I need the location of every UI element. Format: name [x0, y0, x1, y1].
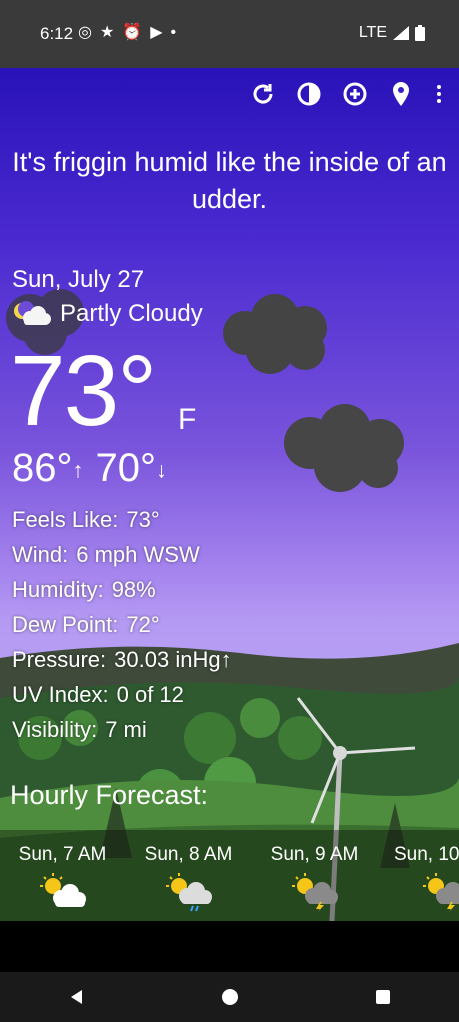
detail-row-humidity: Humidity: 98%	[12, 577, 156, 602]
theme-icon[interactable]	[295, 80, 323, 108]
recents-icon[interactable]	[373, 987, 393, 1007]
moon-cloud-icon	[14, 301, 51, 325]
status-icons: ◎ ★ ⏰ ▶ •	[78, 24, 176, 42]
current-date: Sun, July 27	[12, 266, 145, 293]
down-arrow-icon: ↓	[156, 457, 167, 483]
status-time: 6:12	[40, 24, 74, 43]
weather-details: Feels Like: 73° Wind: 6 mph WSW Humidity: 9…	[12, 502, 232, 747]
bottom-spacer	[0, 921, 459, 972]
hourly-item[interactable]: Sun, 10	[378, 844, 459, 918]
up-arrow-icon: ↑	[72, 457, 84, 483]
hourly-time: Sun, 9 AM	[270, 844, 359, 865]
high-temp: 86°↑	[12, 446, 84, 490]
sun-cloud-thunder-icon	[291, 873, 338, 912]
location-pin-icon[interactable]	[387, 80, 415, 108]
battery-icon	[415, 25, 425, 41]
condition-label: Partly Cloudy	[60, 300, 203, 327]
alarm-icon: ⏰	[122, 24, 143, 41]
sun-cloud-rain-icon	[165, 873, 212, 912]
hourly-item[interactable]: Sun, 7 AM	[0, 844, 125, 916]
weather-tagline: It's friggin humid like the inside of an…	[12, 147, 447, 214]
back-icon[interactable]	[67, 987, 87, 1007]
hourly-time: Sun, 10	[394, 844, 459, 865]
current-temperature: 73°	[10, 335, 157, 447]
cloud-decoration	[284, 404, 404, 492]
low-temp: 70°↓	[95, 446, 168, 490]
detail-row-feels-like: Feels Like: 73°	[12, 507, 160, 532]
weather-app: It's friggin humid like the inside of an…	[0, 68, 459, 921]
hourly-forecast-list[interactable]: Sun, 7 AM Sun, 8 AM Sun, 9 AM Sun, 10	[0, 830, 459, 921]
refresh-icon[interactable]	[249, 80, 277, 108]
cloud-decoration	[223, 294, 327, 374]
detail-row-dew-point: Dew Point: 72°	[12, 612, 160, 637]
signal-icon	[393, 26, 409, 40]
dot-icon: •	[170, 24, 177, 41]
temperature-unit: F	[178, 403, 197, 436]
detail-row-uv-index: UV Index: 0 of 12	[12, 682, 184, 707]
overflow-menu-icon[interactable]	[433, 80, 445, 108]
youtube-icon: ▶	[150, 24, 163, 41]
partly-sunny-icon	[39, 873, 86, 907]
detail-row-pressure: Pressure: 30.03 inHg↑	[12, 647, 232, 672]
hourly-time: Sun, 8 AM	[144, 844, 233, 865]
instagram-icon: ◎	[78, 24, 92, 41]
toolbar	[249, 80, 445, 108]
home-icon[interactable]	[220, 987, 240, 1007]
hourly-forecast-title: Hourly Forecast:	[10, 780, 209, 810]
high-low: 86°↑ 70°↓	[12, 446, 167, 491]
hourly-time: Sun, 7 AM	[18, 844, 107, 865]
detail-row-wind: Wind: 6 mph WSW	[12, 542, 200, 567]
detail-row-visibility: Visibility: 7 mi	[12, 717, 147, 742]
sun-cloud-thunder-icon	[423, 873, 459, 912]
network-label: LTE	[358, 24, 387, 41]
hourly-item[interactable]: Sun, 8 AM	[126, 844, 251, 918]
system-navigation-bar	[0, 972, 459, 1022]
add-location-icon[interactable]	[341, 80, 369, 108]
hourly-item[interactable]: Sun, 9 AM	[252, 844, 377, 918]
star-icon: ★	[99, 24, 115, 41]
status-right: LTE	[359, 24, 425, 42]
current-condition: Partly Cloudy	[12, 300, 203, 328]
status-bar: 6:12 ◎ ★ ⏰ ▶ • LTE	[0, 0, 459, 68]
